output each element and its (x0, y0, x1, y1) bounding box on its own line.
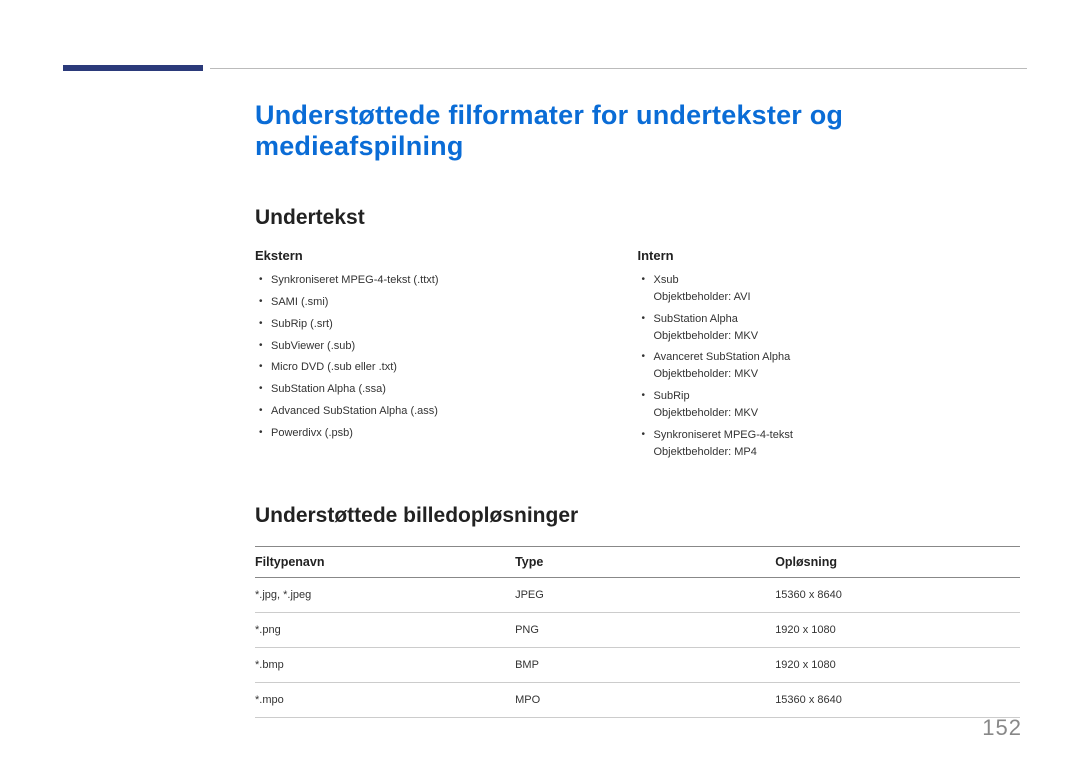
page-number: 152 (982, 715, 1022, 741)
cell-type: MPO (515, 683, 775, 718)
col-header-type: Type (515, 547, 775, 578)
list-item: SubStation Alpha Objektbeholder: MKV (640, 312, 1021, 344)
cell-filename: *.png (255, 613, 515, 648)
list-item: Avanceret SubStation Alpha Objektbeholde… (640, 350, 1021, 382)
list-item: Micro DVD (.sub eller .txt) (257, 360, 638, 375)
section-heading-resolutions: Understøttede billedopløsninger (255, 504, 1020, 528)
list-item: Xsub Objektbeholder: AVI (640, 273, 1021, 305)
list-item: Advanced SubStation Alpha (.ass) (257, 404, 638, 419)
section-heading-subtitle: Undertekst (255, 206, 1020, 230)
subtitle-columns: Ekstern Synkroniseret MPEG-4-tekst (.ttx… (255, 248, 1020, 466)
table-row: *.png PNG 1920 x 1080 (255, 613, 1020, 648)
cell-filename: *.jpg, *.jpeg (255, 578, 515, 613)
list-item: SubStation Alpha (.ssa) (257, 382, 638, 397)
list-item: Powerdivx (.psb) (257, 426, 638, 441)
cell-type: BMP (515, 648, 775, 683)
list-item-main: SubStation Alpha (654, 313, 738, 325)
list-item-sub: Objektbeholder: MKV (654, 406, 1021, 421)
list-item: SAMI (.smi) (257, 295, 638, 310)
cell-resolution: 1920 x 1080 (775, 613, 1020, 648)
list-item-sub: Objektbeholder: MKV (654, 367, 1021, 382)
intern-label: Intern (638, 248, 1021, 263)
list-item-sub: Objektbeholder: MP4 (654, 445, 1021, 460)
list-item: SubViewer (.sub) (257, 339, 638, 354)
cell-type: PNG (515, 613, 775, 648)
intern-list: Xsub Objektbeholder: AVI SubStation Alph… (638, 273, 1021, 459)
list-item: Synkroniseret MPEG-4-tekst Objektbeholde… (640, 428, 1021, 460)
cell-resolution: 15360 x 8640 (775, 578, 1020, 613)
table-row: *.bmp BMP 1920 x 1080 (255, 648, 1020, 683)
list-item-sub: Objektbeholder: AVI (654, 290, 1021, 305)
page: Understøttede filformater for undertekst… (0, 0, 1080, 763)
list-item: SubRip (.srt) (257, 317, 638, 332)
header-accent-bar (63, 65, 203, 71)
resolution-table: Filtypenavn Type Opløsning *.jpg, *.jpeg… (255, 546, 1020, 718)
cell-resolution: 15360 x 8640 (775, 683, 1020, 718)
list-item-main: Avanceret SubStation Alpha (654, 351, 791, 363)
list-item: SubRip Objektbeholder: MKV (640, 389, 1021, 421)
cell-filename: *.bmp (255, 648, 515, 683)
table-row: *.mpo MPO 15360 x 8640 (255, 683, 1020, 718)
intern-column: Intern Xsub Objektbeholder: AVI SubStati… (638, 248, 1021, 466)
col-header-filename: Filtypenavn (255, 547, 515, 578)
col-header-resolution: Opløsning (775, 547, 1020, 578)
list-item: Synkroniseret MPEG-4-tekst (.ttxt) (257, 273, 638, 288)
cell-filename: *.mpo (255, 683, 515, 718)
table-header-row: Filtypenavn Type Opløsning (255, 547, 1020, 578)
cell-resolution: 1920 x 1080 (775, 648, 1020, 683)
ekstern-column: Ekstern Synkroniseret MPEG-4-tekst (.ttx… (255, 248, 638, 466)
ekstern-label: Ekstern (255, 248, 638, 263)
table-row: *.jpg, *.jpeg JPEG 15360 x 8640 (255, 578, 1020, 613)
list-item-main: SubRip (654, 390, 690, 402)
header-rule (210, 68, 1027, 69)
page-title: Understøttede filformater for undertekst… (255, 100, 1020, 162)
ekstern-list: Synkroniseret MPEG-4-tekst (.ttxt) SAMI … (255, 273, 638, 441)
cell-type: JPEG (515, 578, 775, 613)
list-item-sub: Objektbeholder: MKV (654, 329, 1021, 344)
list-item-main: Xsub (654, 274, 679, 286)
content-area: Understøttede filformater for undertekst… (255, 100, 1020, 718)
list-item-main: Synkroniseret MPEG-4-tekst (654, 429, 793, 441)
